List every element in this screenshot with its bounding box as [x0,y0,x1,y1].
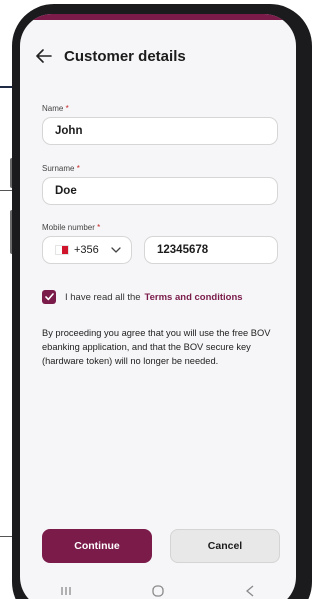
required-mark: * [97,223,101,232]
back-nav-icon[interactable] [242,584,258,598]
country-code-select[interactable]: +356 [42,236,132,264]
country-code-value: +356 [74,244,99,256]
mobile-number-input[interactable]: 12345678 [144,236,278,264]
name-label: Name * [42,104,69,113]
terms-text: I have read all the [65,291,141,303]
malta-flag-icon [55,245,69,255]
recents-icon[interactable] [58,584,74,598]
background-line [0,190,12,191]
page-title: Customer details [64,47,186,65]
back-arrow-icon[interactable] [36,47,54,65]
continue-button[interactable]: Continue [42,529,152,563]
consent-notice: By proceeding you agree that you will us… [42,328,271,366]
home-icon[interactable] [150,584,166,598]
required-mark: * [65,104,69,113]
chevron-down-icon [111,245,121,255]
surname-input[interactable]: Doe [42,177,278,205]
brand-top-bar [20,14,296,20]
mobile-label: Mobile number * [42,223,101,232]
terms-link[interactable]: Terms and conditions [145,292,243,303]
terms-agreement-row: I have read all the Terms and conditions [42,290,243,304]
checkmark-icon [44,293,54,301]
required-mark: * [76,164,80,173]
system-nav-bar [20,576,296,599]
cancel-button[interactable]: Cancel [170,529,280,563]
name-input[interactable]: John [42,117,278,145]
surname-label: Surname * [42,164,80,173]
phone-screen: Customer details Name * John Surname * D… [20,14,296,599]
app-header: Customer details [20,36,296,76]
terms-checkbox[interactable] [42,290,56,304]
background-line [0,536,12,537]
